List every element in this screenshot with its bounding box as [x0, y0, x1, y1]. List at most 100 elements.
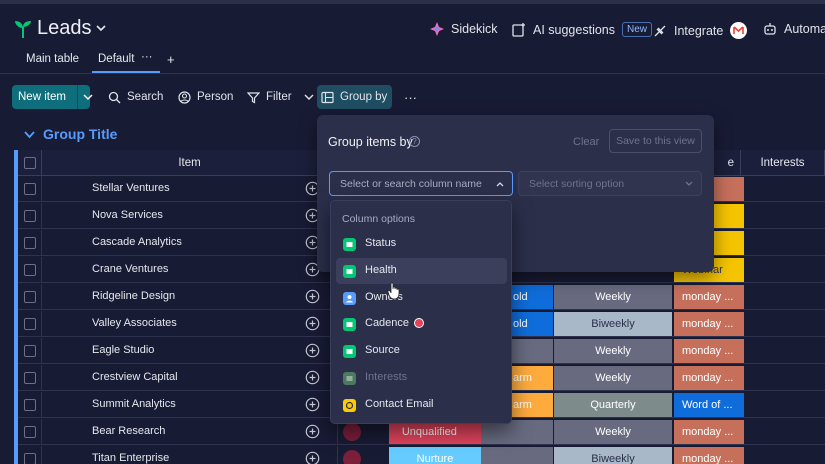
row-select-cell — [18, 419, 42, 445]
chevron-down-icon[interactable] — [95, 22, 107, 34]
new-item-button[interactable]: New item — [12, 85, 93, 109]
owner-avatar[interactable] — [343, 450, 361, 464]
cadence-pill[interactable]: Weekly — [554, 366, 672, 390]
row-checkbox[interactable] — [24, 372, 36, 384]
column-option-cadence[interactable]: Cadence — [336, 311, 507, 337]
select-all-checkbox[interactable] — [23, 156, 36, 169]
source-pill[interactable]: monday ... — [674, 366, 744, 390]
interests-cell[interactable] — [740, 419, 825, 445]
add-update-icon[interactable] — [305, 370, 320, 385]
interests-cell[interactable] — [740, 338, 825, 364]
column-option-status[interactable]: Status — [336, 231, 507, 257]
add-update-icon[interactable] — [305, 451, 320, 464]
cadence-pill[interactable]: Weekly — [554, 285, 672, 309]
cadence-pill[interactable]: Weekly — [554, 339, 672, 363]
search-button[interactable]: Search — [104, 85, 167, 109]
status-pill-empty[interactable] — [481, 447, 553, 464]
person-filter-button[interactable]: Person — [174, 85, 237, 109]
search-icon — [108, 91, 121, 103]
tab-default[interactable]: Default — [98, 53, 134, 65]
column-options-heading: Column options — [342, 213, 415, 225]
sorting-select-input[interactable]: Select sorting option — [518, 171, 702, 196]
source-pill[interactable]: monday ... — [674, 339, 744, 363]
add-update-icon[interactable] — [305, 397, 320, 412]
source-pill[interactable]: monday ... — [674, 447, 744, 464]
add-update-icon[interactable] — [305, 343, 320, 358]
help-icon[interactable]: ? — [409, 136, 420, 147]
row-checkbox[interactable] — [24, 453, 36, 464]
interests-cell[interactable] — [740, 365, 825, 391]
cadence-pill[interactable]: Biweekly — [554, 312, 672, 336]
sidekick-button[interactable]: Sidekick — [430, 22, 498, 36]
automate-button[interactable]: Automat — [763, 22, 825, 36]
interests-cell[interactable] — [740, 392, 825, 418]
board-title[interactable]: Leads — [37, 17, 92, 40]
column-option-contact-email[interactable]: Contact Email — [336, 392, 507, 418]
source-pill[interactable]: Word of ... — [674, 393, 744, 417]
add-update-icon[interactable] — [305, 289, 320, 304]
interests-cell[interactable] — [740, 230, 825, 256]
automate-icon — [764, 23, 776, 35]
filter-button[interactable]: Filter — [243, 85, 318, 109]
item-cell[interactable]: Eagle Studio — [42, 338, 338, 364]
column-option-source[interactable]: Source — [336, 338, 507, 364]
item-column-header[interactable]: Item — [42, 150, 338, 176]
item-cell[interactable]: Bear Research — [42, 419, 338, 445]
chevron-down-icon[interactable] — [24, 130, 35, 139]
gmail-icon — [730, 22, 748, 39]
row-checkbox[interactable] — [24, 318, 36, 330]
item-name: Bear Research — [92, 425, 166, 437]
health-pill[interactable]: Nurture — [389, 447, 481, 464]
cadence-pill[interactable]: Biweekly — [554, 447, 672, 464]
group-by-button[interactable]: Group by — [317, 85, 392, 109]
interests-cell[interactable] — [740, 284, 825, 310]
source-pill[interactable]: monday ... — [674, 420, 744, 444]
ai-suggestions-button[interactable]: AI suggestions New — [512, 22, 653, 37]
row-checkbox[interactable] — [24, 426, 36, 438]
item-cell[interactable]: Summit Analytics — [42, 392, 338, 418]
row-checkbox[interactable] — [24, 291, 36, 303]
item-cell[interactable]: Stellar Ventures — [42, 176, 338, 202]
person-label: Person — [197, 91, 234, 103]
row-checkbox[interactable] — [24, 399, 36, 411]
row-checkbox[interactable] — [24, 210, 36, 222]
row-checkbox[interactable] — [24, 264, 36, 276]
select-all-header[interactable] — [18, 150, 42, 176]
cadence-pill[interactable]: Quarterly — [554, 393, 672, 417]
save-to-view-button[interactable]: Save to this view — [609, 129, 702, 153]
tab-options-button[interactable]: ··· — [141, 51, 153, 63]
column-option-health[interactable]: Health — [336, 257, 507, 284]
item-cell[interactable]: Crestview Capital — [42, 365, 338, 391]
chevron-down-icon[interactable] — [304, 93, 314, 101]
owner-avatar[interactable] — [343, 423, 361, 441]
item-cell[interactable]: Cascade Analytics — [42, 230, 338, 256]
column-option-owners[interactable]: Owners — [336, 285, 507, 311]
item-cell[interactable]: Nova Services — [42, 203, 338, 229]
integrate-button[interactable]: Integrate — [653, 22, 748, 39]
source-pill[interactable]: monday ... — [674, 312, 744, 336]
cadence-pill[interactable]: Weekly — [554, 420, 672, 444]
interests-column-header[interactable]: Interests — [741, 150, 825, 176]
more-actions-button[interactable]: ··· — [400, 85, 421, 109]
add-update-icon[interactable] — [305, 316, 320, 331]
item-cell[interactable]: Ridgeline Design — [42, 284, 338, 310]
tab-main-table[interactable]: Main table — [26, 53, 79, 65]
item-cell[interactable]: Valley Associates — [42, 311, 338, 337]
interests-cell[interactable] — [740, 257, 825, 283]
row-checkbox[interactable] — [24, 237, 36, 249]
item-cell[interactable]: Crane Ventures — [42, 257, 338, 283]
item-cell[interactable]: Titan Enterprise — [42, 446, 338, 464]
interests-cell[interactable] — [740, 311, 825, 337]
column-select-input[interactable]: Select or search column name — [329, 171, 513, 196]
source-pill[interactable]: monday ... — [674, 285, 744, 309]
clear-button[interactable]: Clear — [573, 136, 599, 148]
group-title[interactable]: Group Title — [43, 126, 117, 142]
add-view-button[interactable]: + — [167, 52, 175, 67]
add-update-icon[interactable] — [305, 424, 320, 439]
interests-cell[interactable] — [740, 176, 825, 202]
interests-cell[interactable] — [740, 446, 825, 464]
chevron-down-icon[interactable] — [83, 93, 93, 101]
row-checkbox[interactable] — [24, 345, 36, 357]
interests-cell[interactable] — [740, 203, 825, 229]
row-checkbox[interactable] — [24, 183, 36, 195]
